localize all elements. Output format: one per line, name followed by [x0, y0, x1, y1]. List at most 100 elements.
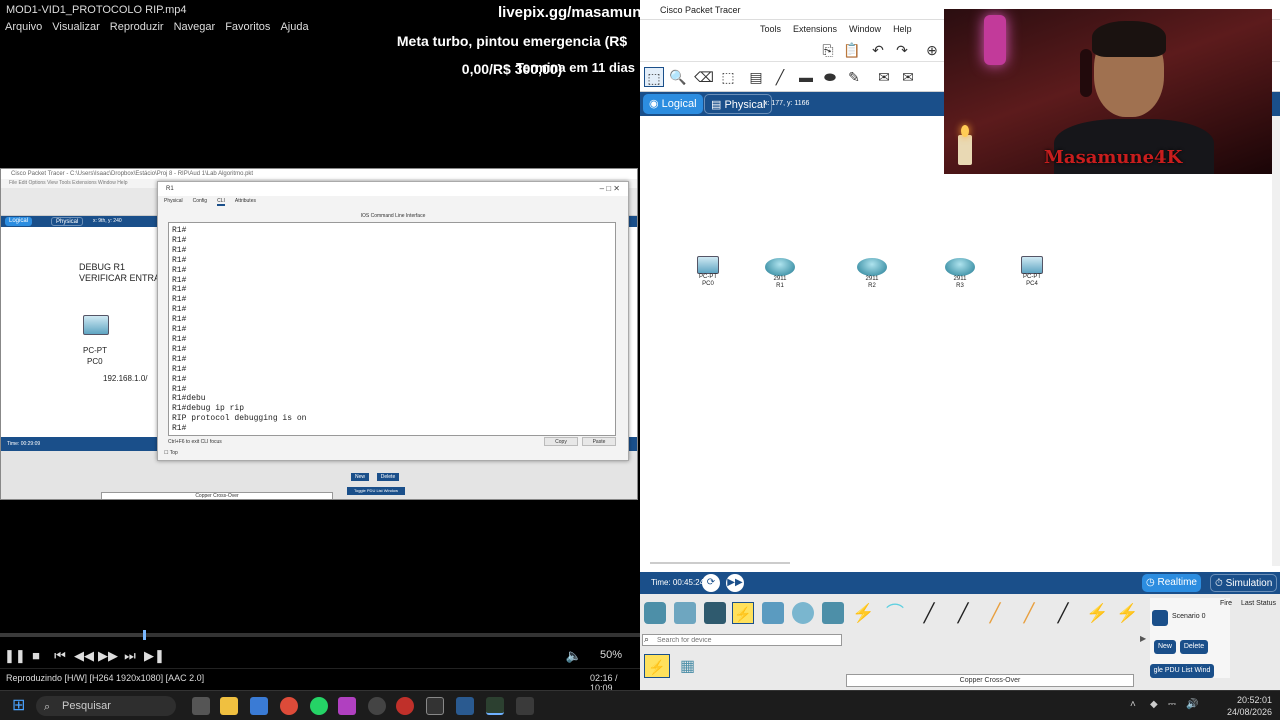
seek-knob[interactable] — [143, 630, 146, 640]
scenario-label[interactable]: Scenario 0 — [1172, 613, 1205, 620]
seek-bar[interactable] — [0, 630, 640, 640]
device-search-input[interactable] — [642, 634, 842, 646]
phone-cable-icon[interactable]: ╱ — [1018, 602, 1040, 624]
serial-dce-icon[interactable]: ⚡ — [1086, 602, 1108, 624]
fast-forward-icon[interactable]: ▶▶ — [726, 574, 744, 592]
steam-icon[interactable] — [368, 697, 386, 715]
components-icon[interactable] — [704, 602, 726, 624]
next-icon[interactable]: ⏭ — [120, 647, 140, 665]
clock[interactable]: 20:52:01 24/08/2026 — [1202, 694, 1272, 718]
redo-icon[interactable]: ↷ — [892, 40, 912, 60]
file-explorer-icon[interactable] — [220, 697, 238, 715]
rectangle-icon[interactable]: ▬ — [796, 67, 816, 87]
app-icon[interactable] — [516, 697, 534, 715]
pc-icon — [697, 256, 719, 274]
resize-icon[interactable]: ⬚ — [718, 67, 738, 87]
taskbar-search[interactable]: Pesquisar — [36, 696, 176, 716]
menu-navegar[interactable]: Navegar — [169, 20, 221, 36]
volume-icon[interactable]: 🔈 — [564, 647, 584, 665]
pt-menu-window[interactable]: Window — [843, 24, 887, 34]
menu-reproduzir[interactable]: Reproduzir — [105, 20, 169, 36]
device-pc0[interactable]: PC-PT PC0 — [678, 256, 738, 288]
cli-line: RIP protocol debugging is on — [172, 414, 307, 424]
tray-app-icon[interactable]: ◆ — [1150, 699, 1158, 710]
device-r3[interactable]: 2911 R3 — [930, 258, 990, 290]
draw-line-icon[interactable]: ╱ — [770, 67, 790, 87]
pause-icon[interactable]: ❚❚ — [4, 647, 26, 665]
scenario-icon[interactable] — [1152, 610, 1168, 626]
auto-connection-icon[interactable]: ⚡ — [852, 602, 874, 624]
wireless-icon[interactable] — [822, 602, 844, 624]
delete-scenario-button[interactable]: Delete — [1180, 640, 1208, 654]
video-copper-label: Copper Cross-Over — [101, 492, 333, 499]
device-r1[interactable]: 2911 R1 — [750, 258, 810, 290]
frame-step-icon[interactable]: ▶❚ — [144, 647, 165, 665]
packet-tracer-taskbar-icon[interactable] — [456, 697, 474, 715]
simulation-button[interactable]: ⏱ Simulation — [1210, 574, 1278, 592]
complex-pdu-icon[interactable]: ✉ — [898, 67, 918, 87]
simple-pdu-icon[interactable]: ✉ — [874, 67, 894, 87]
terminal-icon[interactable] — [426, 697, 444, 715]
copy-icon[interactable]: ⎘ — [818, 40, 838, 60]
serial-dte-icon[interactable]: ⚡ — [1116, 602, 1138, 624]
forward-icon[interactable]: ▶▶ — [98, 647, 118, 665]
new-scenario-button[interactable]: New — [1154, 640, 1176, 654]
undo-icon[interactable]: ↶ — [868, 40, 888, 60]
player-menu: Arquivo Visualizar Reproduzir Navegar Fa… — [0, 20, 314, 36]
paste-icon[interactable]: 📋 — [842, 40, 862, 60]
realtime-button[interactable]: ◷ Realtime — [1142, 574, 1201, 592]
expand-arrow-icon[interactable]: ▶ — [1140, 634, 1146, 643]
speaker-icon[interactable]: 🔊 — [1186, 699, 1198, 710]
obs-icon[interactable] — [396, 697, 414, 715]
toggle-pdu-list-button[interactable]: gle PDU List Wind — [1150, 664, 1214, 678]
menu-ajuda[interactable]: Ajuda — [275, 20, 313, 36]
selected-connection-icon[interactable]: ⚡ — [644, 654, 670, 678]
whatsapp-icon[interactable] — [310, 697, 328, 715]
console-cable-icon[interactable]: ⌒ — [884, 602, 906, 624]
pt-menu-tools[interactable]: Tools — [754, 24, 787, 34]
tab-logical[interactable]: ◉ Logical — [643, 94, 703, 114]
pt-menu-help[interactable]: Help — [887, 24, 918, 34]
zoom-in-icon[interactable]: ⊕ — [922, 40, 942, 60]
ellipse-icon[interactable]: ⬬ — [820, 67, 840, 87]
canvas-hscroll[interactable] — [650, 562, 790, 564]
power-cycle-icon[interactable]: ⟳ — [702, 574, 720, 592]
task-view-icon[interactable] — [192, 697, 210, 715]
misc-icon[interactable] — [762, 602, 784, 624]
freeform-icon[interactable]: ✎ — [844, 67, 864, 87]
network-devices-icon[interactable] — [644, 602, 666, 624]
stop-icon[interactable]: ■ — [26, 647, 46, 665]
delete-icon[interactable]: ⌫ — [694, 67, 714, 87]
windows-start-icon[interactable]: ⊞ — [12, 697, 25, 715]
fiber-icon[interactable]: ╱ — [984, 602, 1006, 624]
connections-icon[interactable]: ⚡ — [732, 602, 754, 624]
store-icon[interactable] — [250, 697, 268, 715]
cross-over-icon[interactable]: ╱ — [952, 602, 974, 624]
menu-arquivo[interactable]: Arquivo — [0, 20, 47, 36]
straight-through-icon[interactable]: ╱ — [918, 602, 940, 624]
building-icon[interactable]: ▦ — [680, 656, 695, 676]
volume-level[interactable]: 50% — [600, 649, 622, 661]
app-icon[interactable] — [338, 697, 356, 715]
menu-favoritos[interactable]: Favoritos — [220, 20, 275, 36]
end-devices-icon[interactable] — [674, 602, 696, 624]
previous-icon[interactable]: ⏮ — [50, 647, 70, 665]
media-player-taskbar-icon[interactable] — [486, 697, 504, 715]
rewind-icon[interactable]: ◀◀ — [74, 647, 94, 665]
chrome-icon[interactable] — [280, 697, 298, 715]
menu-visualizar[interactable]: Visualizar — [47, 20, 105, 36]
device-r2[interactable]: 2911 R2 — [842, 258, 902, 290]
inspect-icon[interactable]: 🔍 — [668, 67, 688, 87]
logical-canvas[interactable]: PC-PT PC0 2911 R1 2911 R2 2911 R3 PC-PT … — [640, 116, 1272, 566]
video-frame[interactable]: Cisco Packet Tracer - C:\Users\Isaac\Dro… — [0, 168, 638, 500]
multiuser-icon[interactable] — [792, 602, 814, 624]
select-icon[interactable]: ⬚ — [644, 67, 664, 87]
network-icon[interactable]: ⎓ — [1168, 699, 1176, 710]
canvas-vscroll[interactable] — [1272, 116, 1280, 566]
note-icon[interactable]: ▤ — [746, 67, 766, 87]
tab-physical[interactable]: ▤ Physical — [704, 94, 773, 114]
pt-menu-extensions[interactable]: Extensions — [787, 24, 843, 34]
device-pc4[interactable]: PC-PT PC4 — [1002, 256, 1062, 288]
tray-chevron-icon[interactable]: ˄ — [1130, 699, 1136, 710]
coaxial-icon[interactable]: ╱ — [1052, 602, 1074, 624]
